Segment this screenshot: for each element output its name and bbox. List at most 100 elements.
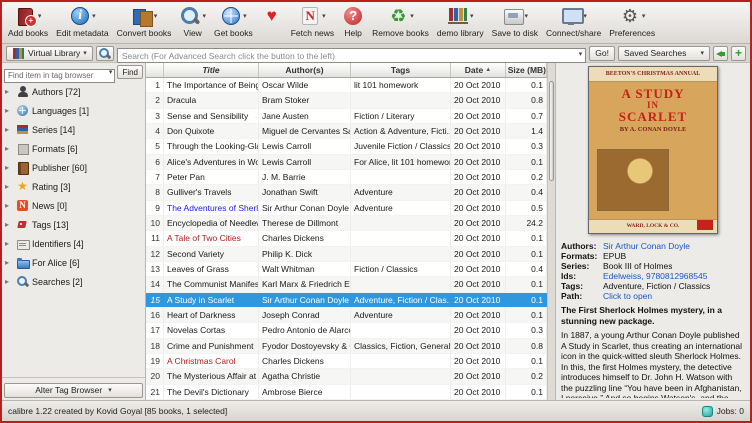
find-button[interactable]: Find [117, 65, 143, 79]
book-row[interactable]: 11A Tale of Two CitiesCharles Dickens20 … [146, 231, 547, 246]
cover-title-line: A STUDY [589, 87, 717, 100]
expand-arrow-icon[interactable]: ▸ [5, 277, 13, 286]
book-row[interactable]: 13Leaves of GrassWalt WhitmanFiction / C… [146, 262, 547, 277]
book-row[interactable]: 21The Devil's DictionaryAmbrose Bierce20… [146, 385, 547, 400]
sidebar-item-series[interactable]: ▸Series [14] [2, 120, 145, 139]
book-row[interactable]: 12Second VarietyPhilip K. Dick20 Oct 201… [146, 247, 547, 262]
book-row[interactable]: 20The Mysterious Affair at StylesAgatha … [146, 369, 547, 384]
column-header-size[interactable]: Size (MB) [506, 63, 547, 77]
field-value[interactable]: Sir Arthur Conan Doyle [603, 241, 690, 251]
book-row[interactable]: 14The Communist ManifestoKarl Marx & Fri… [146, 277, 547, 292]
expand-arrow-icon[interactable]: ▸ [5, 182, 13, 191]
jobs-icon[interactable] [702, 406, 713, 417]
book-row[interactable]: 3Sense and SensibilityJane AustenFiction… [146, 109, 547, 124]
cell-title: The Mysterious Affair at Styles [164, 369, 259, 383]
expand-arrow-icon[interactable]: ▸ [5, 239, 13, 248]
advanced-search-button[interactable] [96, 46, 114, 61]
scrollbar-thumb[interactable] [549, 81, 554, 181]
book-row[interactable]: 5Through the Looking-GlassLewis CarrollJ… [146, 139, 547, 154]
go-button[interactable]: Go! [589, 46, 615, 61]
sidebar-item-authors[interactable]: ▸Authors [72] [2, 82, 145, 101]
cell-authors: Lewis Carroll [259, 155, 351, 169]
sidebar-item-rating[interactable]: ▸Rating [3] [2, 177, 145, 196]
field-value[interactable]: Edelweiss, 9780812968545 [603, 271, 707, 281]
virtual-library-button[interactable]: Virtual Library ▾ [6, 46, 93, 61]
book-row[interactable]: 15A Study in ScarletSir Arthur Conan Doy… [146, 293, 547, 308]
dropdown-caret-icon: ▾ [243, 12, 247, 20]
book-row[interactable]: 10Encyclopedia of NeedleworkTherese de D… [146, 216, 547, 231]
alter-tag-browser-button[interactable]: Alter Tag Browser ▾ [4, 383, 143, 398]
toolbar-button-get-books[interactable]: ▾Get books [210, 3, 257, 43]
cell-size: 0.8 [506, 93, 547, 107]
toolbar-button-help[interactable]: Help [338, 3, 368, 43]
tag-browser: ▾ Find ▸Authors [72]▸Languages [1]▸Serie… [2, 63, 146, 400]
book-row[interactable]: 18Crime and PunishmentFyodor Dostoyevsky… [146, 339, 547, 354]
book-row[interactable]: 17Novelas CortasPedro Antonio de Alarcón… [146, 323, 547, 338]
book-row[interactable]: 7Peter PanJ. M. Barrie20 Oct 20100.2 [146, 170, 547, 185]
column-header-rownum[interactable] [146, 63, 164, 77]
toolbar-button-donate[interactable] [257, 3, 287, 43]
book-row[interactable]: 4Don QuixoteMiguel de Cervantes Saa...Ac… [146, 124, 547, 139]
expand-arrow-icon[interactable]: ▸ [5, 258, 13, 267]
add-saved-search-button[interactable] [731, 46, 746, 61]
sidebar-item-searches[interactable]: ▸Searches [2] [2, 272, 145, 291]
cell-title: Heart of Darkness [164, 308, 259, 322]
expand-arrow-icon[interactable]: ▸ [5, 106, 13, 115]
book-cover[interactable]: BEETON'S CHRISTMAS ANNUAL A STUDY IN SCA… [588, 66, 718, 234]
status-text: calibre 1.22 created by Kovid Goyal [85 … [8, 406, 698, 416]
toolbar-button-add-books[interactable]: ▾Add books [4, 3, 52, 43]
search-history-chevron-icon[interactable]: ▾ [579, 50, 583, 58]
book-row[interactable]: 9The Adventures of Sherlock ...Sir Arthu… [146, 201, 547, 216]
column-header-title[interactable]: Title [164, 63, 259, 77]
book-row[interactable]: 19A Christmas CarolCharles Dickens20 Oct… [146, 354, 547, 369]
find-item-input[interactable] [4, 69, 115, 83]
expand-arrow-icon[interactable]: ▸ [5, 87, 13, 96]
saved-searches-select[interactable]: Saved Searches ▾ [618, 46, 710, 61]
expand-arrow-icon[interactable]: ▸ [5, 201, 13, 210]
book-row[interactable]: 6Alice's Adventures in Wonder...Lewis Ca… [146, 155, 547, 170]
cell-authors: Sir Arthur Conan Doyle [259, 201, 351, 215]
toolbar-button-remove-books[interactable]: ▾Remove books [368, 3, 433, 43]
toolbar-button-library[interactable]: ▾demo library [433, 3, 488, 43]
cell-tags [351, 277, 451, 291]
sidebar-item-news[interactable]: ▸News [0] [2, 196, 145, 215]
column-header-authors[interactable]: Author(s) [259, 63, 351, 77]
field-value[interactable]: Click to open [603, 291, 652, 301]
book-row[interactable]: 1The Importance of Being Ear...Oscar Wil… [146, 78, 547, 93]
toolbar-button-view[interactable]: ▾View [175, 3, 210, 43]
search-input[interactable] [117, 48, 586, 63]
toolbar-button-fetch-news[interactable]: ▾Fetch news [287, 3, 338, 43]
toolbar-button-edit-metadata[interactable]: ▾Edit metadata [52, 3, 112, 43]
cell-authors: Karl Marx & Friedrich Eng... [259, 277, 351, 291]
toolbar-button-save-to-disk[interactable]: ▾Save to disk [488, 3, 542, 43]
book-row[interactable]: 16Heart of DarknessJoseph ConradAdventur… [146, 308, 547, 323]
expand-arrow-icon[interactable]: ▸ [5, 125, 13, 134]
expand-arrow-icon[interactable]: ▸ [5, 144, 13, 153]
toolbar-button-connect-share[interactable]: ▾Connect/share [542, 3, 605, 43]
column-header-date[interactable]: Date▲ [451, 63, 506, 77]
vertical-scrollbar[interactable] [547, 63, 555, 400]
copy-search-to-saved-button[interactable] [713, 46, 728, 61]
cell-authors: Ambrose Bierce [259, 385, 351, 399]
sidebar-item-publisher[interactable]: ▸Publisher [60] [2, 158, 145, 177]
sidebar-item-for-alice[interactable]: ▸For Alice [6] [2, 253, 145, 272]
jobs-label[interactable]: Jobs: 0 [717, 406, 744, 416]
chevron-down-icon[interactable]: ▾ [109, 68, 113, 76]
cell-date: 20 Oct 2010 [451, 185, 506, 199]
expand-arrow-icon[interactable]: ▸ [5, 163, 13, 172]
book-table: TitleAuthor(s)TagsDate▲Size (MB) 1The Im… [146, 63, 547, 400]
book-row[interactable]: 8Gulliver's TravelsJonathan SwiftAdventu… [146, 185, 547, 200]
sidebar-item-tags[interactable]: ▸Tags [13] [2, 215, 145, 234]
book-row[interactable]: 2DraculaBram Stoker20 Oct 20100.8 [146, 93, 547, 108]
cell-date: 20 Oct 2010 [451, 369, 506, 383]
sidebar-item-identifiers[interactable]: ▸Identifiers [4] [2, 234, 145, 253]
toolbar-button-convert-books[interactable]: ▾Convert books [113, 3, 176, 43]
expand-arrow-icon[interactable]: ▸ [5, 220, 13, 229]
tag-browser-footer: Alter Tag Browser ▾ [2, 377, 145, 400]
column-header-tags[interactable]: Tags [351, 63, 451, 77]
row-number: 2 [146, 93, 164, 107]
cell-title: Sense and Sensibility [164, 109, 259, 123]
toolbar-button-preferences[interactable]: ▾Preferences [605, 3, 659, 43]
sidebar-item-formats[interactable]: ▸Formats [6] [2, 139, 145, 158]
sidebar-item-languages[interactable]: ▸Languages [1] [2, 101, 145, 120]
